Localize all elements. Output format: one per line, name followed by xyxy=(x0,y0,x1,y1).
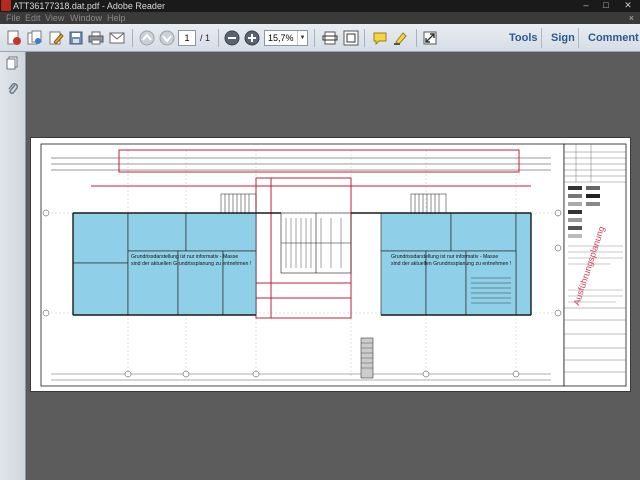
next-page-icon[interactable] xyxy=(157,28,177,48)
floor-plan-drawing: Ausführungsplanung Grundrissdarstellung … xyxy=(40,143,627,387)
toolbar-separator xyxy=(578,28,579,48)
zoom-out-icon[interactable] xyxy=(222,28,242,48)
document-viewer[interactable]: Ausführungsplanung Grundrissdarstellung … xyxy=(27,52,640,480)
toolbar-separator xyxy=(541,28,542,48)
save-icon[interactable] xyxy=(66,28,86,48)
adobe-reader-icon[interactable] xyxy=(1,0,11,11)
maximize-icon[interactable]: □ xyxy=(596,0,616,12)
comment-pane-button[interactable]: Comment xyxy=(588,30,639,46)
menu-bar: File Edit View Window Help × xyxy=(0,12,640,24)
zoom-value: 15,7% xyxy=(268,33,294,43)
read-mode-icon[interactable] xyxy=(420,28,440,48)
zoom-in-icon[interactable] xyxy=(242,28,262,48)
create-pdf-icon[interactable] xyxy=(4,28,24,48)
menu-file[interactable]: File xyxy=(6,12,21,24)
document-close-icon[interactable]: × xyxy=(629,12,634,24)
annotation-left-line2: sind der aktuellen Grundrissplanung zu e… xyxy=(131,261,251,267)
chevron-down-icon[interactable]: ▼ xyxy=(297,31,307,45)
menu-window[interactable]: Window xyxy=(70,12,102,24)
print-icon[interactable] xyxy=(86,28,106,48)
fit-width-icon[interactable] xyxy=(320,28,340,48)
menu-edit[interactable]: Edit xyxy=(25,12,41,24)
toolbar-separator xyxy=(218,29,219,47)
attachments-icon[interactable] xyxy=(5,82,21,98)
toolbar-separator xyxy=(132,29,133,47)
toolbar-separator xyxy=(364,29,365,47)
annotation-right-line1: Grundrissdarstellung ist nur informativ … xyxy=(391,254,498,260)
tools-pane-button[interactable]: Tools xyxy=(509,30,538,46)
sign-pane-button[interactable]: Sign xyxy=(551,30,575,46)
fit-page-icon[interactable] xyxy=(341,28,361,48)
page-thumbnails-icon[interactable] xyxy=(5,56,21,72)
page-total: / 1 xyxy=(200,33,211,43)
menu-view[interactable]: View xyxy=(45,12,64,24)
minimize-icon[interactable]: – xyxy=(576,0,596,12)
toolbar: 1 / 1 15,7% ▼ Tools Sign Comment xyxy=(0,24,640,52)
annotation-right-line2: sind der aktuellen Grundrissplanung zu e… xyxy=(391,261,511,267)
zoom-select[interactable]: 15,7% ▼ xyxy=(264,30,308,46)
pdf-page: Ausführungsplanung Grundrissdarstellung … xyxy=(30,137,631,392)
combine-files-icon[interactable] xyxy=(25,28,45,48)
edit-pdf-icon[interactable] xyxy=(46,28,66,48)
sticky-note-icon[interactable] xyxy=(370,28,390,48)
toolbar-separator xyxy=(416,29,417,47)
page-number-input[interactable]: 1 xyxy=(178,30,196,46)
annotation-left-line1: Grundrissdarstellung ist nur informativ … xyxy=(131,254,238,260)
window-title: ATT36177318.dat.pdf - Adobe Reader xyxy=(13,1,165,11)
menu-help[interactable]: Help xyxy=(107,12,126,24)
highlight-icon[interactable] xyxy=(391,28,411,48)
toolbar-separator xyxy=(314,29,315,47)
previous-page-icon[interactable] xyxy=(137,28,157,48)
close-icon[interactable]: ✕ xyxy=(616,0,640,12)
navigation-pane xyxy=(0,52,26,480)
title-bar: ATT36177318.dat.pdf - Adobe Reader – □ ✕ xyxy=(0,0,640,12)
email-icon[interactable] xyxy=(107,28,127,48)
